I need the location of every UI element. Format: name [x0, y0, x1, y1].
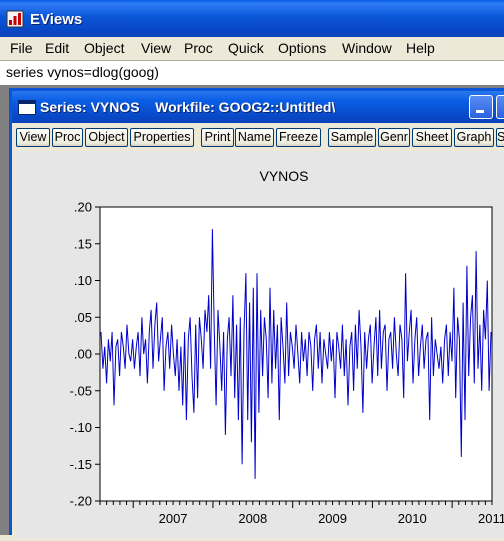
- y-tick-label: .20: [74, 200, 92, 215]
- object-button[interactable]: Object: [85, 128, 128, 147]
- line-chart: VYNOS .20 .15 .10 .05 .00 -.05 -.10 -.15 -.20 20…: [70, 168, 504, 526]
- series-window-title: Series: VYNOS Workfile: GOOG2::Untitled\: [40, 99, 336, 115]
- graph-button[interactable]: Graph: [454, 128, 494, 147]
- x-tick-label: 2011: [478, 511, 504, 526]
- series-window: Series: VYNOS Workfile: GOOG2::Untitled\…: [9, 88, 504, 538]
- y-tick-label: .05: [74, 310, 92, 325]
- menu-window[interactable]: Window: [342, 40, 392, 56]
- y-tick-label: -.15: [70, 457, 92, 472]
- eviews-app-icon: [6, 10, 24, 28]
- maximize-button[interactable]: [496, 95, 504, 119]
- proc-button[interactable]: Proc: [52, 128, 83, 147]
- y-tick-label: .00: [74, 347, 92, 362]
- genr-button[interactable]: Genr: [378, 128, 410, 147]
- sample-button[interactable]: Sample: [328, 128, 376, 147]
- menu-bar: File Edit Object View Proc Quick Options…: [0, 37, 504, 59]
- command-window[interactable]: series vynos=dlog(goog): [0, 60, 504, 85]
- menu-object[interactable]: Object: [84, 40, 124, 56]
- x-tick-label: 2008: [238, 511, 267, 526]
- y-tick-label: -.20: [70, 494, 92, 509]
- y-tick-label: -.10: [70, 420, 92, 435]
- menu-options[interactable]: Options: [278, 40, 326, 56]
- menu-quick[interactable]: Quick: [228, 40, 264, 56]
- view-button[interactable]: View: [16, 128, 50, 147]
- y-tick-label: .15: [74, 236, 92, 251]
- app-title: EViews: [30, 11, 83, 28]
- menu-file[interactable]: File: [10, 40, 33, 56]
- menu-view[interactable]: View: [141, 40, 171, 56]
- minimize-icon: [476, 110, 484, 113]
- x-tick-label: 2009: [318, 511, 347, 526]
- print-button[interactable]: Print: [201, 128, 234, 147]
- name-button[interactable]: Name: [235, 128, 274, 147]
- stats-button[interactable]: S: [496, 128, 504, 147]
- app-titlebar[interactable]: EViews: [0, 0, 504, 37]
- menu-edit[interactable]: Edit: [45, 40, 69, 56]
- y-tick-label: -.05: [70, 383, 92, 398]
- minimize-button[interactable]: [469, 95, 493, 119]
- series-toolbar: View Proc Object Properties Print Name F…: [12, 126, 504, 148]
- graph-area: VYNOS .20 .15 .10 .05 .00 -.05 -.10 -.15 -.20 20…: [16, 151, 504, 538]
- x-tick-label: 2010: [398, 511, 427, 526]
- menu-proc[interactable]: Proc: [184, 40, 213, 56]
- y-tick-label: .10: [74, 273, 92, 288]
- series-window-titlebar[interactable]: Series: VYNOS Workfile: GOOG2::Untitled\: [12, 91, 504, 123]
- freeze-button[interactable]: Freeze: [276, 128, 321, 147]
- command-text[interactable]: series vynos=dlog(goog): [6, 64, 159, 80]
- properties-button[interactable]: Properties: [130, 128, 194, 147]
- menu-help[interactable]: Help: [406, 40, 435, 56]
- series-window-icon: [18, 100, 36, 115]
- x-tick-label: 2007: [159, 511, 188, 526]
- chart-title: VYNOS: [259, 168, 308, 184]
- sheet-button[interactable]: Sheet: [412, 128, 452, 147]
